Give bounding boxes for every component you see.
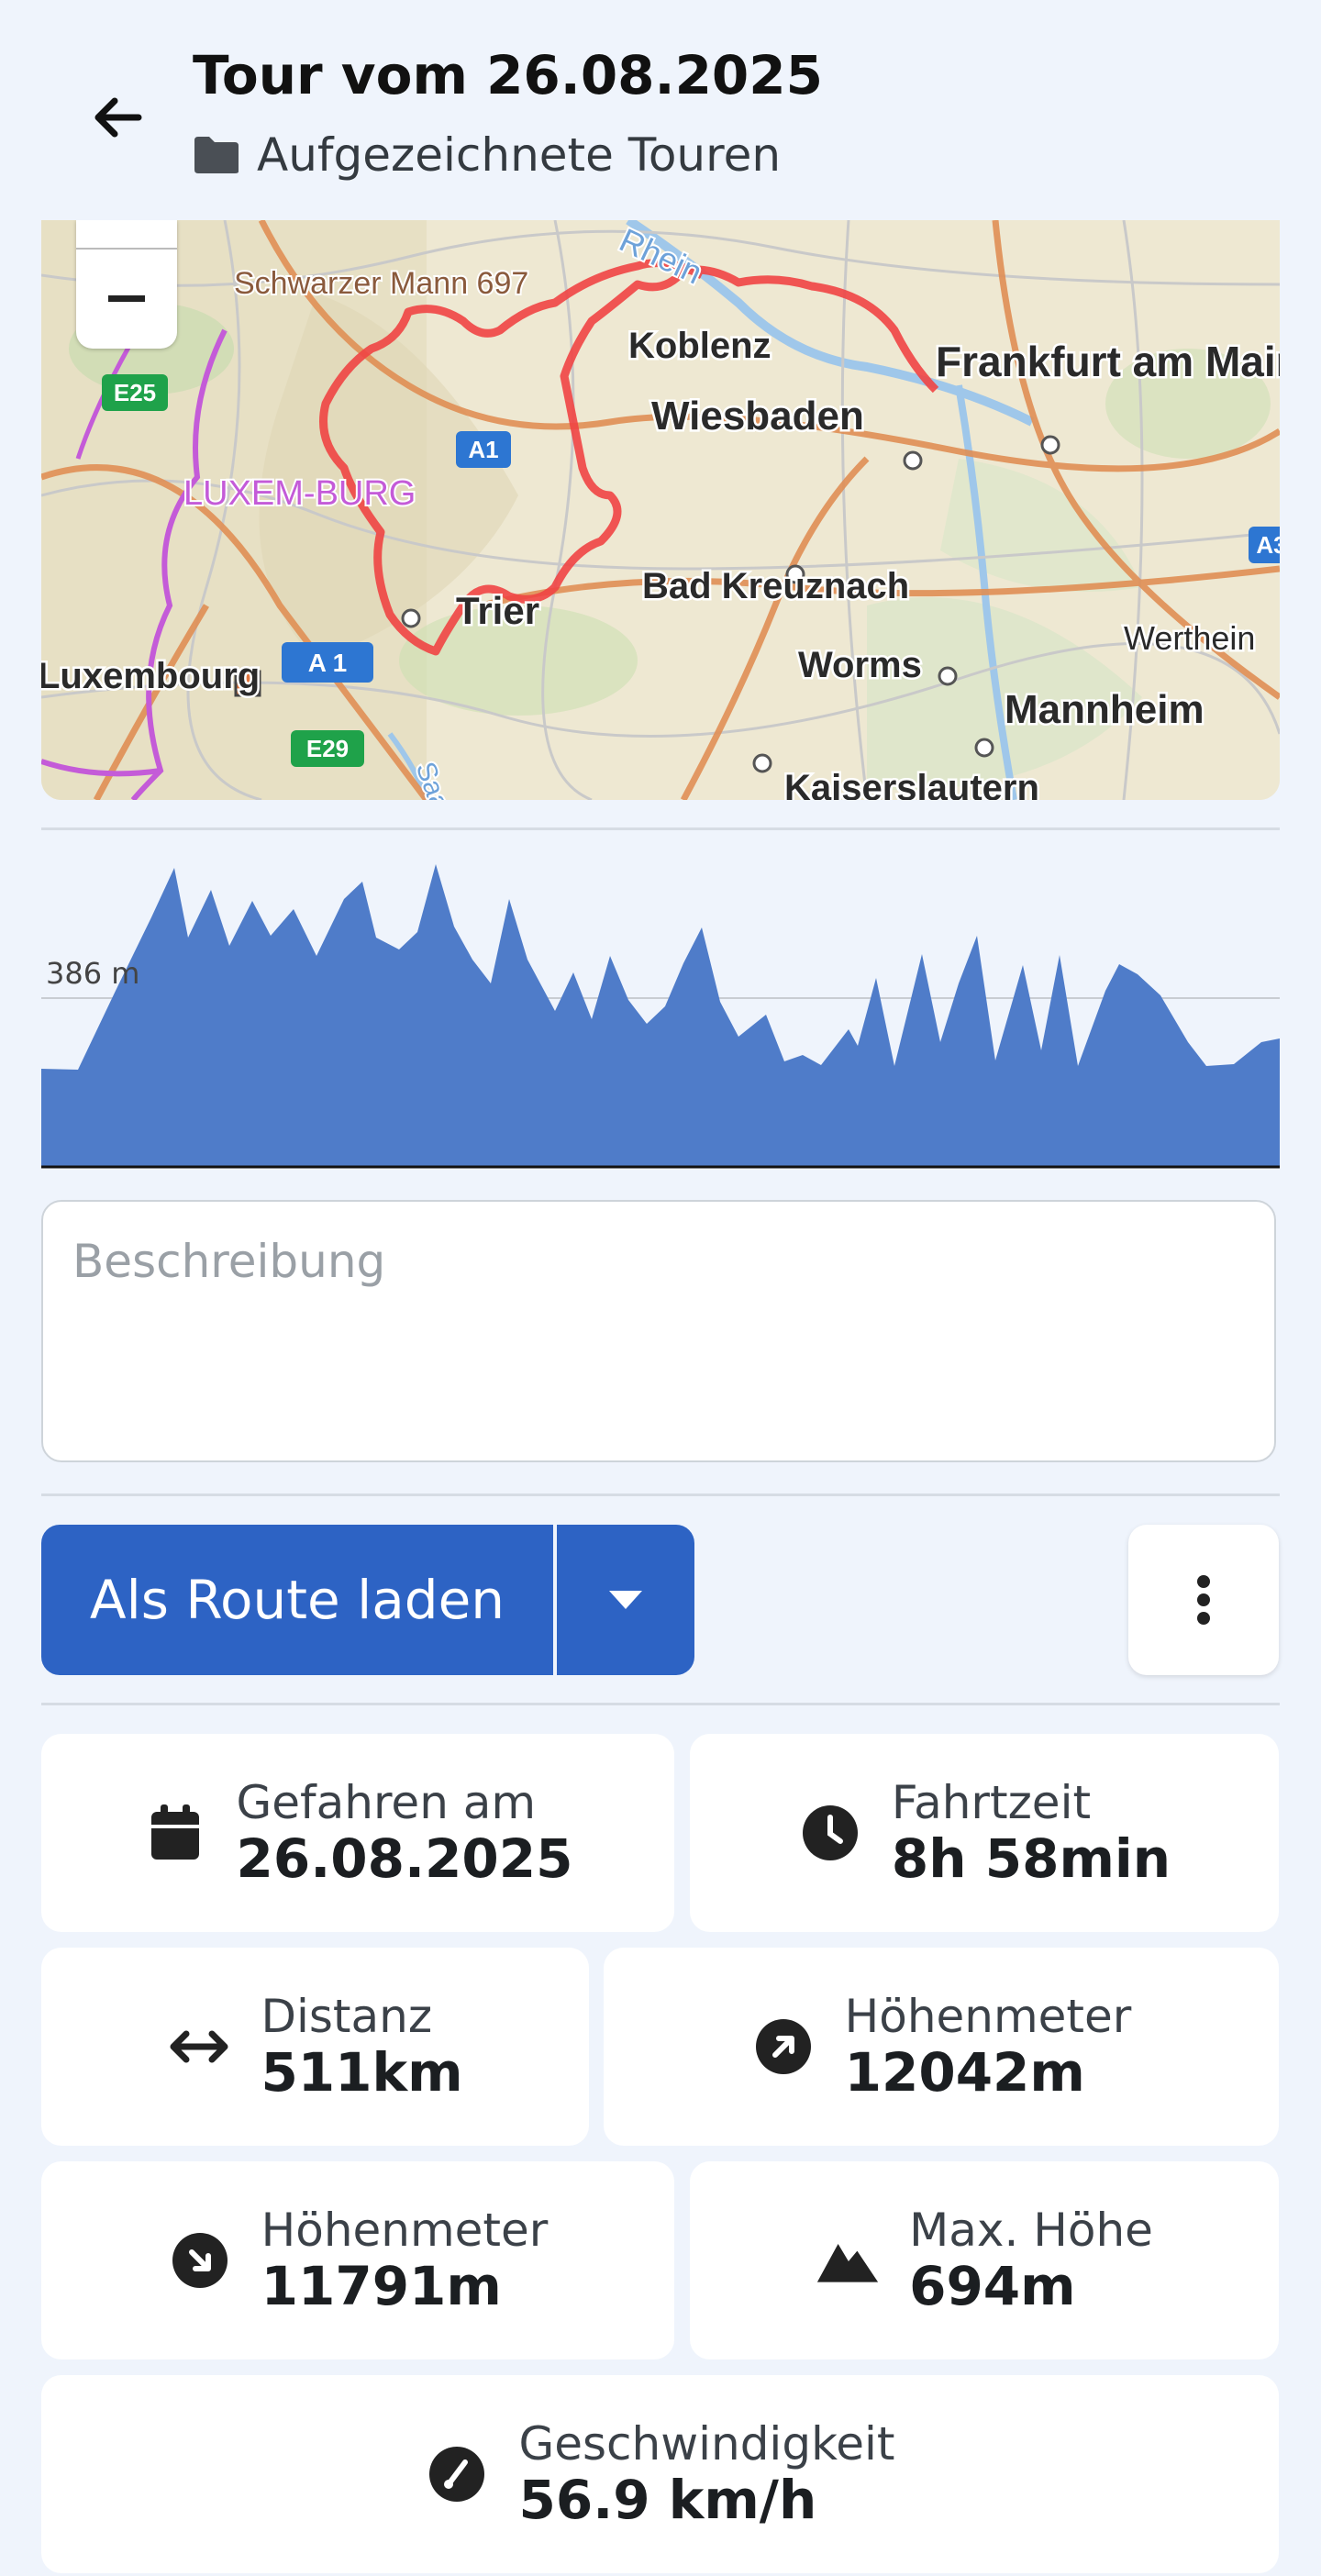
map-label-trier: Trier — [456, 589, 539, 632]
stat-value: 26.08.2025 — [236, 1827, 573, 1890]
stat-label: Fahrtzeit — [891, 1776, 1092, 1830]
map-label-luxemburg: LUXEM-BURG — [183, 474, 416, 513]
stat-speed: Geschwindigkeit 56.9 km/h — [41, 2375, 1279, 2573]
map-label-wertheim: Werthein — [1124, 619, 1255, 657]
description-input[interactable] — [43, 1202, 1274, 1460]
load-as-route-button[interactable]: Als Route laden — [41, 1525, 553, 1675]
stat-distance: Distanz 511km — [41, 1948, 589, 2146]
map-label-e25: E25 — [114, 379, 156, 406]
clock-icon — [798, 1804, 862, 1861]
map-label-a1b: A 1 — [308, 649, 348, 677]
stat-max-height: Max. Höhe 694m — [690, 2161, 1279, 2359]
stat-ascent: Höhenmeter 12042m — [604, 1948, 1279, 2146]
elevation-area — [41, 864, 1280, 1167]
stat-value: 12042m — [844, 2040, 1085, 2104]
folder-link[interactable]: Aufgezeichnete Touren — [193, 128, 781, 182]
map-label-worms: Worms — [798, 645, 922, 685]
stat-value: 8h 58min — [891, 1827, 1171, 1890]
map-label-schwarzer-mann: Schwarzer Mann 697 — [234, 266, 528, 301]
folder-name: Aufgezeichnete Touren — [257, 128, 782, 182]
stat-label: Höhenmeter — [261, 2204, 549, 2258]
caret-down-icon — [609, 1591, 642, 1609]
gauge-icon — [425, 2446, 489, 2503]
stat-ridden-on: Gefahren am 26.08.2025 — [41, 1734, 674, 1932]
vertical-dots-icon — [1197, 1575, 1210, 1625]
arrow-left-icon — [94, 97, 142, 138]
divider — [41, 827, 1280, 830]
stat-value: 56.9 km/h — [518, 2468, 817, 2531]
load-options-dropdown-button[interactable] — [557, 1525, 694, 1675]
elevation-reference-label: 386 m — [46, 956, 140, 991]
stat-value: 511km — [261, 2040, 463, 2104]
elevation-profile[interactable] — [41, 844, 1280, 1174]
stat-descent: Höhenmeter 11791m — [41, 2161, 674, 2359]
stat-label: Distanz — [261, 1990, 433, 2044]
divider — [41, 1703, 1280, 1705]
more-options-button[interactable] — [1128, 1525, 1279, 1675]
stat-label: Gefahren am — [236, 1776, 537, 1830]
map-label-bad-kreuznach: Bad Kreuznach — [642, 566, 909, 606]
page-title: Tour vom 26.08.2025 — [193, 44, 823, 106]
zoom-out-button[interactable] — [76, 220, 177, 349]
stat-label: Höhenmeter — [844, 1990, 1132, 2044]
map-label-a3: A3 — [1256, 531, 1280, 559]
page-header: Tour vom 26.08.2025 Aufgezeichnete Toure… — [0, 0, 1321, 220]
arrows-horizontal-icon — [167, 2030, 231, 2063]
map-label-kaiserslautern: Kaiserslautern — [784, 768, 1039, 800]
mountain-icon — [816, 2236, 880, 2285]
minus-icon — [108, 294, 145, 302]
map-label-luxembourg-city: Luxembourg — [41, 656, 260, 696]
map-label-e29: E29 — [306, 735, 349, 762]
map-label-mannheim: Mannheim — [1005, 687, 1204, 732]
stat-label: Max. Höhe — [909, 2204, 1153, 2258]
description-field[interactable] — [41, 1200, 1276, 1462]
calendar-icon — [143, 1804, 207, 1861]
stat-value: 694m — [909, 2254, 1076, 2317]
map-label-wiesbaden: Wiesbaden — [651, 394, 864, 439]
arrow-up-right-circle-icon — [751, 2018, 816, 2075]
route-map[interactable]: E25 A1 A 1 E29 A3 Koblenz Wiesbaden Trie… — [41, 220, 1280, 800]
divider — [41, 1493, 1280, 1496]
folder-icon — [194, 137, 239, 173]
map-label-a1: A1 — [468, 436, 498, 463]
stat-ride-time: Fahrtzeit 8h 58min — [690, 1734, 1279, 1932]
arrow-down-right-circle-icon — [168, 2232, 232, 2289]
zoom-divider — [76, 248, 177, 250]
back-button[interactable] — [75, 81, 158, 154]
stat-label: Geschwindigkeit — [518, 2417, 895, 2471]
stat-value: 11791m — [261, 2254, 502, 2317]
map-label-frankfurt: Frankfurt am Main — [936, 338, 1280, 385]
map-label-koblenz: Koblenz — [628, 326, 772, 366]
